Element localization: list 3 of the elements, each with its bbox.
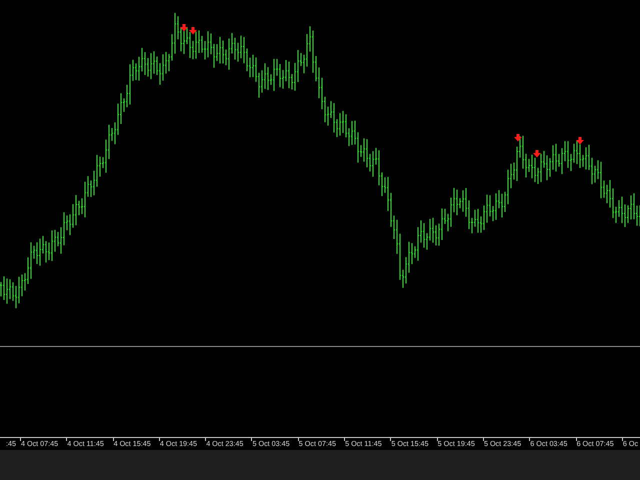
down-arrow-icon — [533, 150, 541, 158]
down-arrow-icon — [514, 134, 522, 142]
down-arrow-icon — [576, 137, 584, 144]
